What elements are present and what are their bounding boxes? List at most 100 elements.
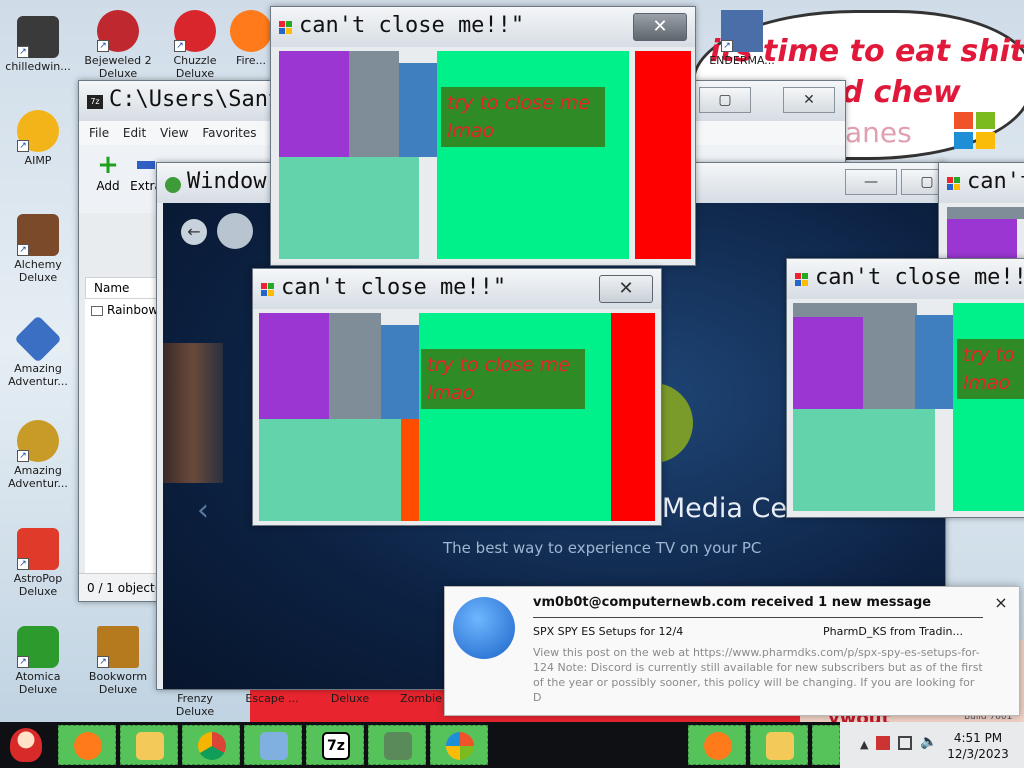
maximize-button[interactable]: ▢ <box>699 87 751 113</box>
start-orb-button[interactable] <box>217 213 253 249</box>
taskbar-explorer-2[interactable] <box>750 725 808 765</box>
taskbar-firefox[interactable] <box>58 725 116 765</box>
prank-titlebar[interactable]: can't close me!!" <box>787 259 1024 299</box>
prank-titlebar[interactable]: can't <box>939 163 1024 203</box>
desktop-icon-alchemy[interactable]: ↗ Alchemy Deluxe <box>0 214 76 284</box>
desktop-icon-atomica[interactable]: ↗ Atomica Deluxe <box>0 626 76 696</box>
shortcut-arrow-icon: ↗ <box>174 40 186 52</box>
desktop-icon-enderman[interactable]: ↗ ENDERMA... <box>704 10 780 67</box>
action-center-icon[interactable] <box>876 736 890 750</box>
close-button[interactable]: ✕ <box>633 13 687 41</box>
desktop-icon-label: AstroPop Deluxe <box>13 572 63 598</box>
taskbar-chrome[interactable] <box>182 725 240 765</box>
slate-block <box>947 207 1024 219</box>
firefox-icon <box>74 732 102 760</box>
shortcut-arrow-icon: ↗ <box>17 558 29 570</box>
taskbar-remote-desktop[interactable] <box>368 725 426 765</box>
prank-titlebar[interactable]: can't close me!!" ✕ <box>271 7 695 47</box>
taskbar-firefox-2[interactable] <box>688 725 746 765</box>
taskbar-7zip[interactable]: 7z <box>306 725 364 765</box>
seafoam-block <box>279 157 419 259</box>
mail-subject: SPX SPY ES Setups for 12/4 <box>533 625 684 638</box>
mint-panel <box>419 313 611 521</box>
back-button[interactable]: ← <box>181 219 207 245</box>
desktop-icon-escape[interactable]: Escape ... <box>234 692 310 705</box>
file-item[interactable]: Rainbow <box>85 299 159 321</box>
chuzzle-icon: ↗ <box>174 10 216 52</box>
new-mail-notification[interactable]: vm0b0t@computernewb.com received 1 new m… <box>444 586 1020 716</box>
menu-view[interactable]: View <box>160 121 188 145</box>
shortcut-arrow-icon: ↗ <box>17 244 29 256</box>
prank-window-right[interactable]: can't close me!!" try to lmao <box>786 258 1024 518</box>
back-arrow-icon: ← <box>187 222 201 241</box>
troll-message-line2: lmao <box>427 382 475 404</box>
desktop-icon-bookworm[interactable]: ↗ Bookworm Deluxe <box>80 626 156 696</box>
taskbar-media-center[interactable] <box>430 725 488 765</box>
desktop-icon-bejeweled[interactable]: ↗ Bejeweled 2 Deluxe <box>80 10 156 80</box>
red-block <box>635 51 691 259</box>
desktop-icon-deluxe[interactable]: Deluxe <box>312 692 388 705</box>
close-button[interactable]: ✕ <box>783 87 835 113</box>
thunderbird-icon <box>453 597 515 659</box>
extract-icon <box>137 161 155 169</box>
7zip-icon: 7z <box>322 732 350 760</box>
desktop-icon-label: Chuzzle Deluxe <box>173 54 217 80</box>
desktop-icon-firefox[interactable]: Fire... <box>226 10 276 67</box>
atomica-icon: ↗ <box>17 626 59 668</box>
slate-block <box>793 303 917 317</box>
app-icon <box>279 21 293 35</box>
shortcut-arrow-icon: ↗ <box>17 46 29 58</box>
taskbar-explorer[interactable] <box>120 725 178 765</box>
shortcut-arrow-icon: ↗ <box>17 656 29 668</box>
notification-header: vm0b0t@computernewb.com received 1 new m… <box>533 595 932 610</box>
desktop-icon-chilledwin[interactable]: ↗ chilledwin... <box>0 16 76 73</box>
menu-favorites[interactable]: Favorites <box>202 121 256 145</box>
notification-close-button[interactable]: × <box>991 593 1011 613</box>
desktop-icon-aimp[interactable]: ↗ AIMP <box>0 110 76 167</box>
chilledwin-icon: ↗ <box>17 16 59 58</box>
prank-title: can't close me!!" <box>299 13 525 38</box>
menu-file[interactable]: File <box>89 121 109 145</box>
clock-time[interactable]: 4:51 PM <box>943 731 1013 745</box>
desktop-icon-label: Atomica Deluxe <box>15 670 61 696</box>
prank-title: can't close me!!" <box>815 265 1024 290</box>
desktop-icon-chuzzle[interactable]: ↗ Chuzzle Deluxe <box>157 10 233 80</box>
desktop-icon-label: Frenzy Deluxe <box>175 692 215 718</box>
explorer-title: C:\Users\Sant <box>109 87 282 112</box>
clock-date[interactable]: 12/3/2023 <box>943 747 1013 761</box>
bejeweled-icon: ↗ <box>97 10 139 52</box>
volume-icon[interactable]: 🔈 <box>920 734 937 750</box>
close-icon: ✕ <box>652 16 668 37</box>
mint-panel <box>953 303 1024 511</box>
add-button[interactable]: + Add <box>93 151 123 193</box>
chrome-icon <box>198 732 226 760</box>
media-center-icon <box>165 177 181 193</box>
enderman-icon: ↗ <box>721 10 763 52</box>
taskbar-overflow[interactable] <box>812 725 840 765</box>
file-list[interactable]: Rainbow <box>85 299 159 601</box>
purple-block <box>947 219 1017 259</box>
desktop-icon-label: Bookworm Deluxe <box>88 670 148 696</box>
blue-block <box>915 315 953 409</box>
start-button[interactable] <box>2 722 50 768</box>
desktop-icon-amazing-adventures-2[interactable]: ↗ Amazing Adventur... <box>0 420 76 490</box>
desktop-icon-amazing-adventures-1[interactable]: Amazing Adventur... <box>0 315 76 388</box>
notification-divider <box>533 617 983 618</box>
prank-window-top[interactable]: can't close me!!" ✕ try to close me lmao <box>270 6 696 266</box>
shortcut-arrow-icon: ↗ <box>97 40 109 52</box>
network-tray-icon[interactable] <box>898 736 912 750</box>
left-chevron-icon[interactable]: ‹ <box>197 493 209 528</box>
show-hidden-icons-icon[interactable]: ▲ <box>860 738 868 751</box>
troll-message: try to close me lmao <box>421 349 585 409</box>
desktop-icon-frenzy[interactable]: Frenzy Deluxe <box>157 692 233 718</box>
media-center-title: Window <box>187 169 267 194</box>
blue-block <box>399 63 437 157</box>
column-header-name[interactable]: Name <box>85 277 159 299</box>
prank-titlebar[interactable]: can't close me!!" ✕ <box>253 269 661 309</box>
close-button[interactable]: ✕ <box>599 275 653 303</box>
menu-edit[interactable]: Edit <box>123 121 146 145</box>
prank-window-middle[interactable]: can't close me!!" ✕ try to close me lmao <box>252 268 662 526</box>
minimize-button[interactable]: — <box>845 169 897 195</box>
taskbar-network[interactable] <box>244 725 302 765</box>
desktop-icon-astropop[interactable]: ↗ AstroPop Deluxe <box>0 528 76 598</box>
